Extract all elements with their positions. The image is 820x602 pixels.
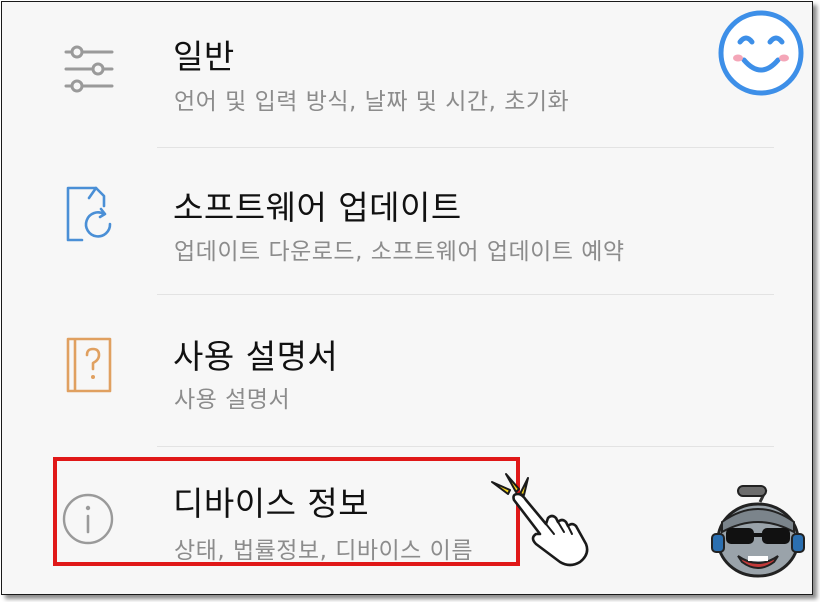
sliders-icon xyxy=(64,45,114,93)
settings-item-title: 소프트웨어 업데이트 xyxy=(173,188,462,227)
settings-item-general[interactable]: 일반 언어 및 입력 방식, 날짜 및 시간, 초기화 xyxy=(2,2,812,147)
software-update-icon xyxy=(66,186,112,242)
user-manual-icon xyxy=(66,337,112,393)
settings-screen: 일반 언어 및 입력 방식, 날짜 및 시간, 초기화 소프트웨어 업데이트 업… xyxy=(1,1,813,595)
pointing-hand-icon xyxy=(512,492,589,567)
highlight-box xyxy=(53,457,520,566)
smiley-face-icon xyxy=(718,10,804,96)
settings-item-subtitle: 언어 및 입력 방식, 날짜 및 시간, 초기화 xyxy=(174,89,570,115)
settings-item-software-update[interactable]: 소프트웨어 업데이트 업데이트 다운로드, 소프트웨어 업데이트 예약 xyxy=(2,148,812,294)
settings-item-title: 사용 설명서 xyxy=(173,337,339,376)
settings-item-user-manual[interactable]: 사용 설명서 사용 설명서 xyxy=(2,295,812,446)
settings-item-title: 일반 xyxy=(173,37,235,76)
robot-mascot-icon xyxy=(711,485,805,578)
settings-item-subtitle: 사용 설명서 xyxy=(174,387,291,413)
settings-item-subtitle: 업데이트 다운로드, 소프트웨어 업데이트 예약 xyxy=(174,239,625,265)
